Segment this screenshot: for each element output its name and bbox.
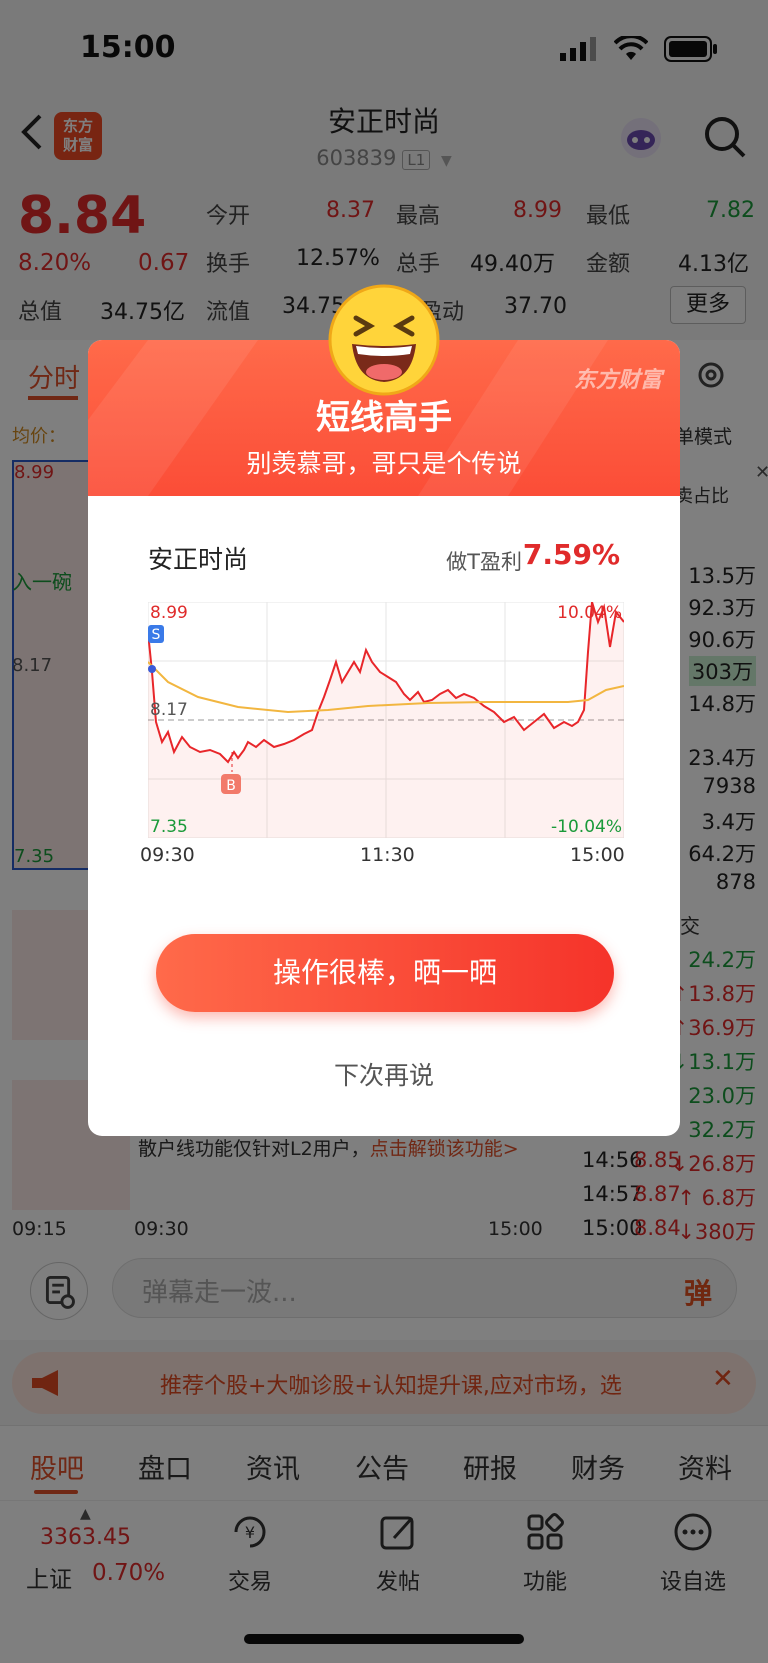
chart-time-start: 09:30 bbox=[140, 844, 195, 866]
chart-mid-label: 8.17 bbox=[150, 700, 188, 720]
chart-high-label: 8.99 bbox=[150, 603, 188, 623]
laughing-emoji-icon bbox=[328, 284, 440, 396]
intraday-chart: S B 8.99 8.17 7.35 10.04% -10.04% bbox=[148, 602, 624, 838]
buy-marker: B bbox=[226, 778, 236, 794]
modal-subtitle: 别羡慕哥，哥只是个传说 bbox=[246, 449, 522, 478]
later-button[interactable]: 下次再说 bbox=[88, 1056, 680, 1092]
profit-label: 做T盈利 bbox=[446, 550, 522, 574]
profit-value: 7.59% bbox=[522, 538, 620, 571]
share-modal: 东方财富 短线高手 别羡慕哥，哥只是个传说 安正时尚 做T盈利 7.59% S … bbox=[88, 340, 680, 1136]
modal-stock-name: 安正时尚 bbox=[148, 545, 249, 574]
sell-marker: S bbox=[152, 627, 161, 643]
chart-time-mid: 11:30 bbox=[360, 844, 415, 866]
pct-low-label: -10.04% bbox=[551, 817, 622, 837]
chart-time-end: 15:00 bbox=[570, 844, 625, 866]
pct-high-label: 10.04% bbox=[557, 603, 622, 623]
share-button[interactable]: 操作很棒，晒一晒 bbox=[156, 934, 614, 1012]
chart-low-label: 7.35 bbox=[150, 817, 188, 837]
